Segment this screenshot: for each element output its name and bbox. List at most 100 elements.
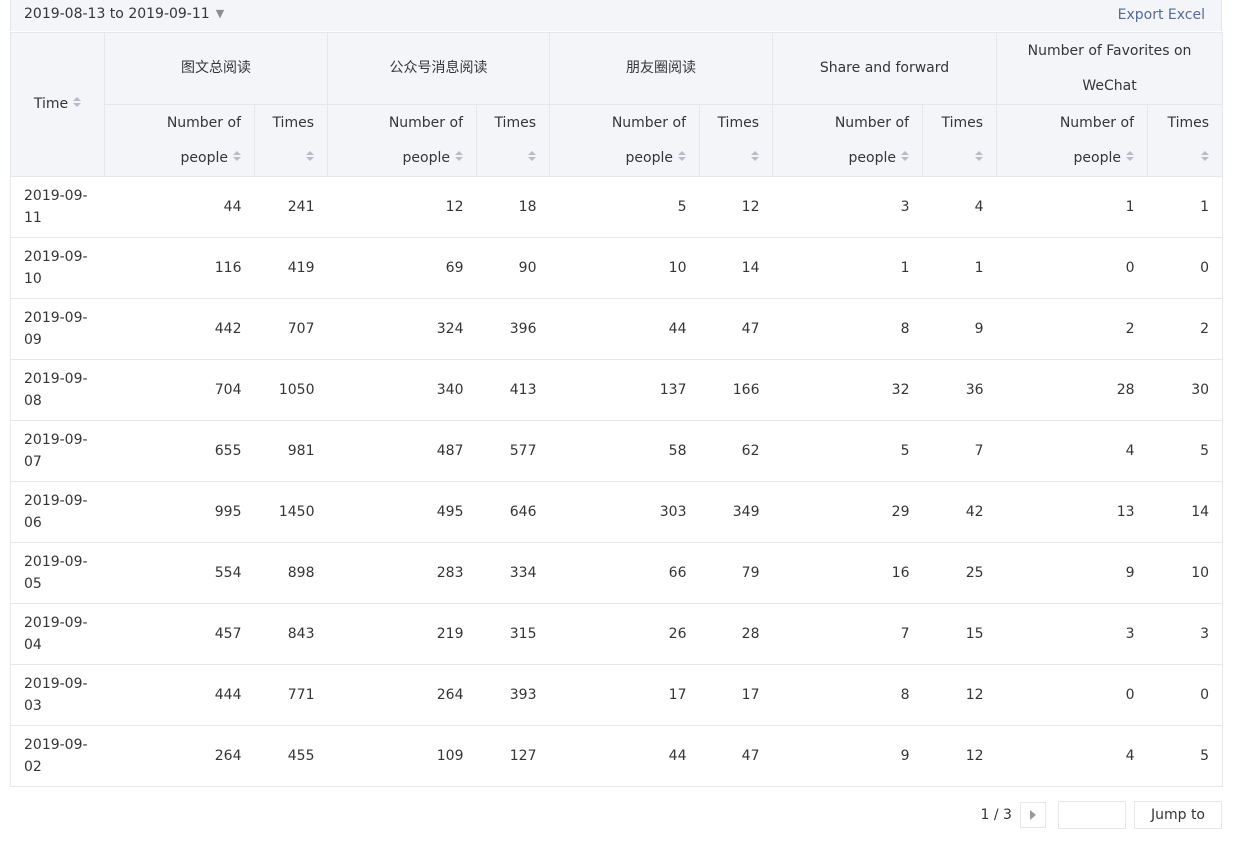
value-cell: 0 [996,664,1148,726]
table-row: 2019-09- 06 995 1450 495 646 303 349 29 42 13 14 [10,481,1224,543]
value-cell: 10 [549,237,700,299]
value-cell: 17 [699,664,773,726]
value-cell: 577 [476,420,550,482]
value-cell: 444 [104,664,255,726]
subheader-times-4[interactable]: Times [1147,104,1224,177]
value-cell: 843 [254,603,328,665]
value-cell: 1050 [254,359,328,421]
value-cell: 127 [476,725,550,787]
toolbar: 2019-08-13 to 2019-09-11 ▼ Export Excel [10,0,1222,31]
value-cell: 18 [476,176,550,238]
value-cell: 315 [476,603,550,665]
value-cell: 32 [772,359,923,421]
value-cell: 646 [476,481,550,543]
subheader-people-1[interactable]: Number of people [327,104,477,177]
value-cell: 12 [699,176,773,238]
table-row: 2019-09- 10 116 419 69 90 10 14 1 1 0 0 [10,237,1224,299]
date-cell: 2019-09- 10 [10,237,105,299]
value-cell: 1 [996,176,1148,238]
value-cell: 69 [327,237,477,299]
value-cell: 79 [699,542,773,604]
subheader-times-2[interactable]: Times [699,104,773,177]
value-cell: 1 [1147,176,1224,238]
value-cell: 44 [104,176,255,238]
subheader-people-4[interactable]: Number of people [996,104,1149,177]
value-cell: 62 [699,420,773,482]
subheader-label: Times [272,114,314,131]
caret-down-icon: ▼ [215,7,225,20]
data-table: Time 图文总阅读 公众号消息阅读 朋友圈阅读 Share and forwa… [10,32,1224,787]
table-row: 2019-09- 02 264 455 109 127 44 47 9 12 4 5 [10,725,1224,787]
value-cell: 264 [104,725,255,787]
value-cell: 29 [772,481,923,543]
value-cell: 771 [254,664,328,726]
table-row: 2019-09- 07 655 981 487 577 58 62 5 7 4 5 [10,420,1224,482]
subheader-label: Number of people [611,114,686,166]
value-cell: 334 [476,542,550,604]
date-cell: 2019-09- 05 [10,542,105,604]
sort-icon [527,150,536,163]
value-cell: 442 [104,298,255,360]
value-cell: 15 [922,603,997,665]
value-cell: 457 [104,603,255,665]
value-cell: 413 [476,359,550,421]
table-row: 2019-09- 11 44 241 12 18 5 12 3 4 1 1 [10,176,1224,238]
subheader-people-3[interactable]: Number of people [772,104,923,177]
value-cell: 995 [104,481,255,543]
value-cell: 5 [549,176,700,238]
value-cell: 3 [772,176,923,238]
subheader-label: Times [1167,114,1210,131]
value-cell: 25 [922,542,997,604]
subheader-label: Times [494,114,536,131]
time-column-header[interactable]: Time [10,32,105,177]
page-indicator: 1 / 3 [980,807,1012,823]
value-cell: 8 [772,664,923,726]
jump-to-button[interactable]: Jump to [1133,801,1222,829]
date-cell: 2019-09- 09 [10,298,105,360]
value-cell: 5 [1147,420,1224,482]
date-range-selector[interactable]: 2019-08-13 to 2019-09-11 ▼ [24,6,224,22]
value-cell: 0 [996,237,1148,299]
value-cell: 2 [996,298,1148,360]
value-cell: 44 [549,725,700,787]
value-cell: 1 [922,237,997,299]
value-cell: 12 [327,176,477,238]
value-cell: 42 [922,481,997,543]
date-range-label: 2019-08-13 to 2019-09-11 [24,6,210,22]
value-cell: 3 [1147,603,1224,665]
table-row: 2019-09- 08 704 1050 340 413 137 166 32 36 28 30 [10,359,1224,421]
date-cell: 2019-09- 04 [10,603,105,665]
value-cell: 90 [476,237,550,299]
value-cell: 219 [327,603,477,665]
date-cell: 2019-09- 11 [10,176,105,238]
subheader-times-1[interactable]: Times [476,104,550,177]
subheader-times-3[interactable]: Times [921,104,998,177]
sort-icon [1125,150,1135,163]
sort-icon [232,150,241,163]
sort-icon [72,97,82,109]
value-cell: 12 [922,725,997,787]
sort-icon [900,150,909,163]
value-cell: 47 [699,725,773,787]
value-cell: 66 [549,542,700,604]
date-cell: 2019-09- 06 [10,481,105,543]
table-row: 2019-09- 09 442 707 324 396 44 47 8 9 2 2 [10,298,1224,360]
value-cell: 419 [254,237,328,299]
value-cell: 981 [254,420,328,482]
page-number-input[interactable] [1057,801,1126,829]
value-cell: 455 [254,725,328,787]
value-cell: 898 [254,542,328,604]
value-cell: 2 [1147,298,1224,360]
value-cell: 393 [476,664,550,726]
group-header-total-reads: 图文总阅读 [104,32,328,105]
value-cell: 58 [549,420,700,482]
sort-icon [677,150,686,163]
subheader-people-2[interactable]: Number of people [549,104,700,177]
table-row: 2019-09- 04 457 843 219 315 26 28 7 15 3 3 [10,603,1224,665]
subheader-people-0[interactable]: Number of people [104,104,255,177]
subheader-times-0[interactable]: Times [254,104,328,177]
export-excel-link[interactable]: Export Excel [1118,7,1205,23]
subheader-label: Times [717,114,759,131]
value-cell: 28 [996,359,1148,421]
next-page-button[interactable] [1019,802,1046,828]
